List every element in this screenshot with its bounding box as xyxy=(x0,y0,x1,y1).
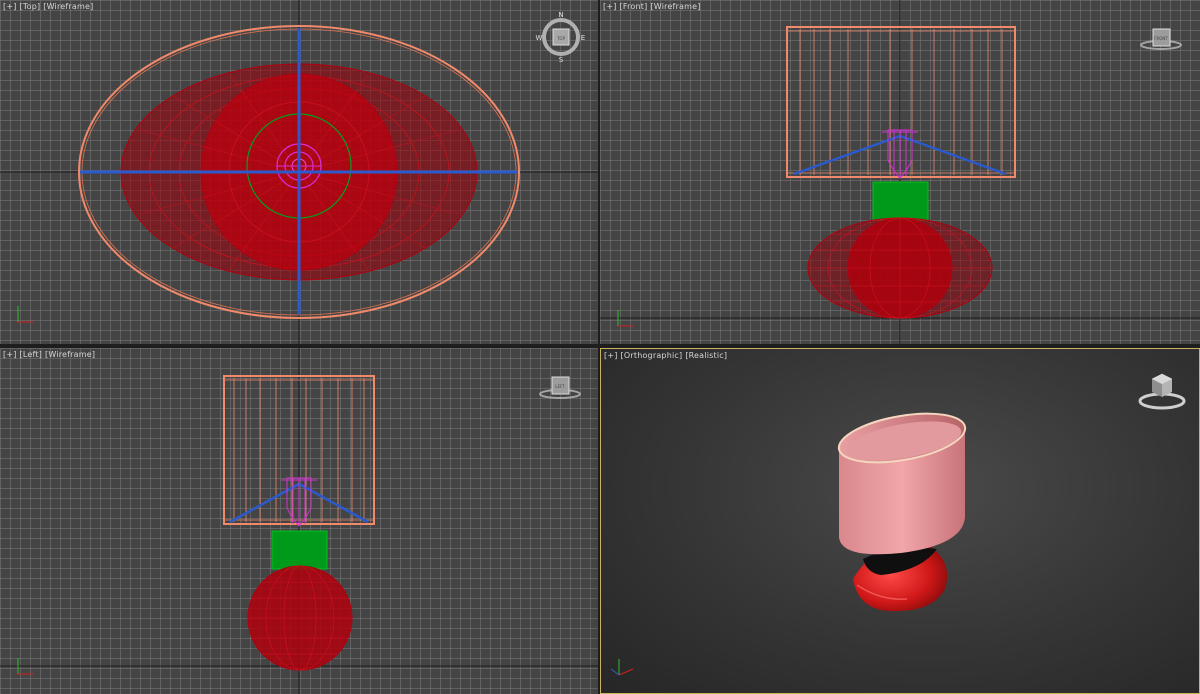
viewport-view-menu[interactable]: [Top] xyxy=(20,2,41,11)
viewport-view-menu[interactable]: [Front] xyxy=(620,2,648,11)
viewcube-orthographic[interactable] xyxy=(1138,373,1186,410)
viewcube-compass[interactable]: TOP N S E W xyxy=(536,11,586,64)
viewport-label-orthographic[interactable]: [+] [Orthographic] [Realistic] xyxy=(604,351,730,360)
viewport-view-menu[interactable]: [Orthographic] xyxy=(621,351,683,360)
viewport-view-menu[interactable]: [Left] xyxy=(20,350,43,359)
top-view-scene: TOP N S E W xyxy=(0,0,598,344)
svg-text:FRONT: FRONT xyxy=(1154,36,1168,41)
lamp-neck[interactable] xyxy=(271,530,328,570)
viewport-label-top[interactable]: [+] [Top] [Wireframe] xyxy=(3,2,96,11)
lamp-body-wireframe[interactable] xyxy=(247,565,353,671)
bulb-socket-wireframe[interactable] xyxy=(882,129,918,179)
axis-tripod-icon xyxy=(610,659,634,676)
left-view-scene: LEFT xyxy=(0,348,598,694)
viewport-plus-menu[interactable]: [+] xyxy=(3,2,17,11)
viewcube-left[interactable]: LEFT xyxy=(539,376,581,399)
viewport-orthographic[interactable]: [+] [Orthographic] [Realistic] xyxy=(600,348,1200,694)
viewport-shading-menu[interactable]: [Wireframe] xyxy=(45,350,95,359)
lamp-body-wireframe[interactable] xyxy=(807,217,993,319)
compass-west: W xyxy=(536,34,543,42)
viewport-top[interactable]: TOP N S E W [+] [Top] [Wireframe] xyxy=(0,0,598,344)
viewport-shading-menu[interactable]: [Wireframe] xyxy=(650,2,700,11)
viewport-front[interactable]: FRONT [+] [Front] [Wireframe] xyxy=(600,0,1200,344)
viewport-plus-menu[interactable]: [+] xyxy=(604,351,618,360)
orthographic-view-scene xyxy=(610,373,1186,676)
viewport-label-front[interactable]: [+] [Front] [Wireframe] xyxy=(603,2,704,11)
svg-text:TOP: TOP xyxy=(556,36,566,41)
lamp-neck[interactable] xyxy=(872,181,929,221)
viewport-shading-menu[interactable]: [Realistic] xyxy=(685,351,727,360)
viewcube-front[interactable]: FRONT xyxy=(1140,28,1182,50)
compass-north: N xyxy=(558,11,563,19)
front-view-scene: FRONT xyxy=(600,0,1200,344)
axis-tripod-icon xyxy=(17,306,34,323)
compass-south: S xyxy=(559,56,564,64)
viewport-plus-menu[interactable]: [+] xyxy=(603,2,617,11)
lamp-shade-wireframe[interactable] xyxy=(786,26,1016,178)
svg-text:LEFT: LEFT xyxy=(555,384,565,389)
lamp-body-render[interactable] xyxy=(853,544,948,612)
bulb-socket-wireframe[interactable] xyxy=(281,477,317,527)
compass-east: E xyxy=(581,34,585,42)
lamp-shade-render[interactable] xyxy=(835,405,969,555)
viewport-divider-horizontal[interactable] xyxy=(0,344,1200,348)
viewport-shading-menu[interactable]: [Wireframe] xyxy=(43,2,93,11)
viewport-label-left[interactable]: [+] [Left] [Wireframe] xyxy=(3,350,98,359)
viewport-plus-menu[interactable]: [+] xyxy=(3,350,17,359)
viewport-left[interactable]: LEFT [+] [Left] [Wireframe] xyxy=(0,348,598,694)
